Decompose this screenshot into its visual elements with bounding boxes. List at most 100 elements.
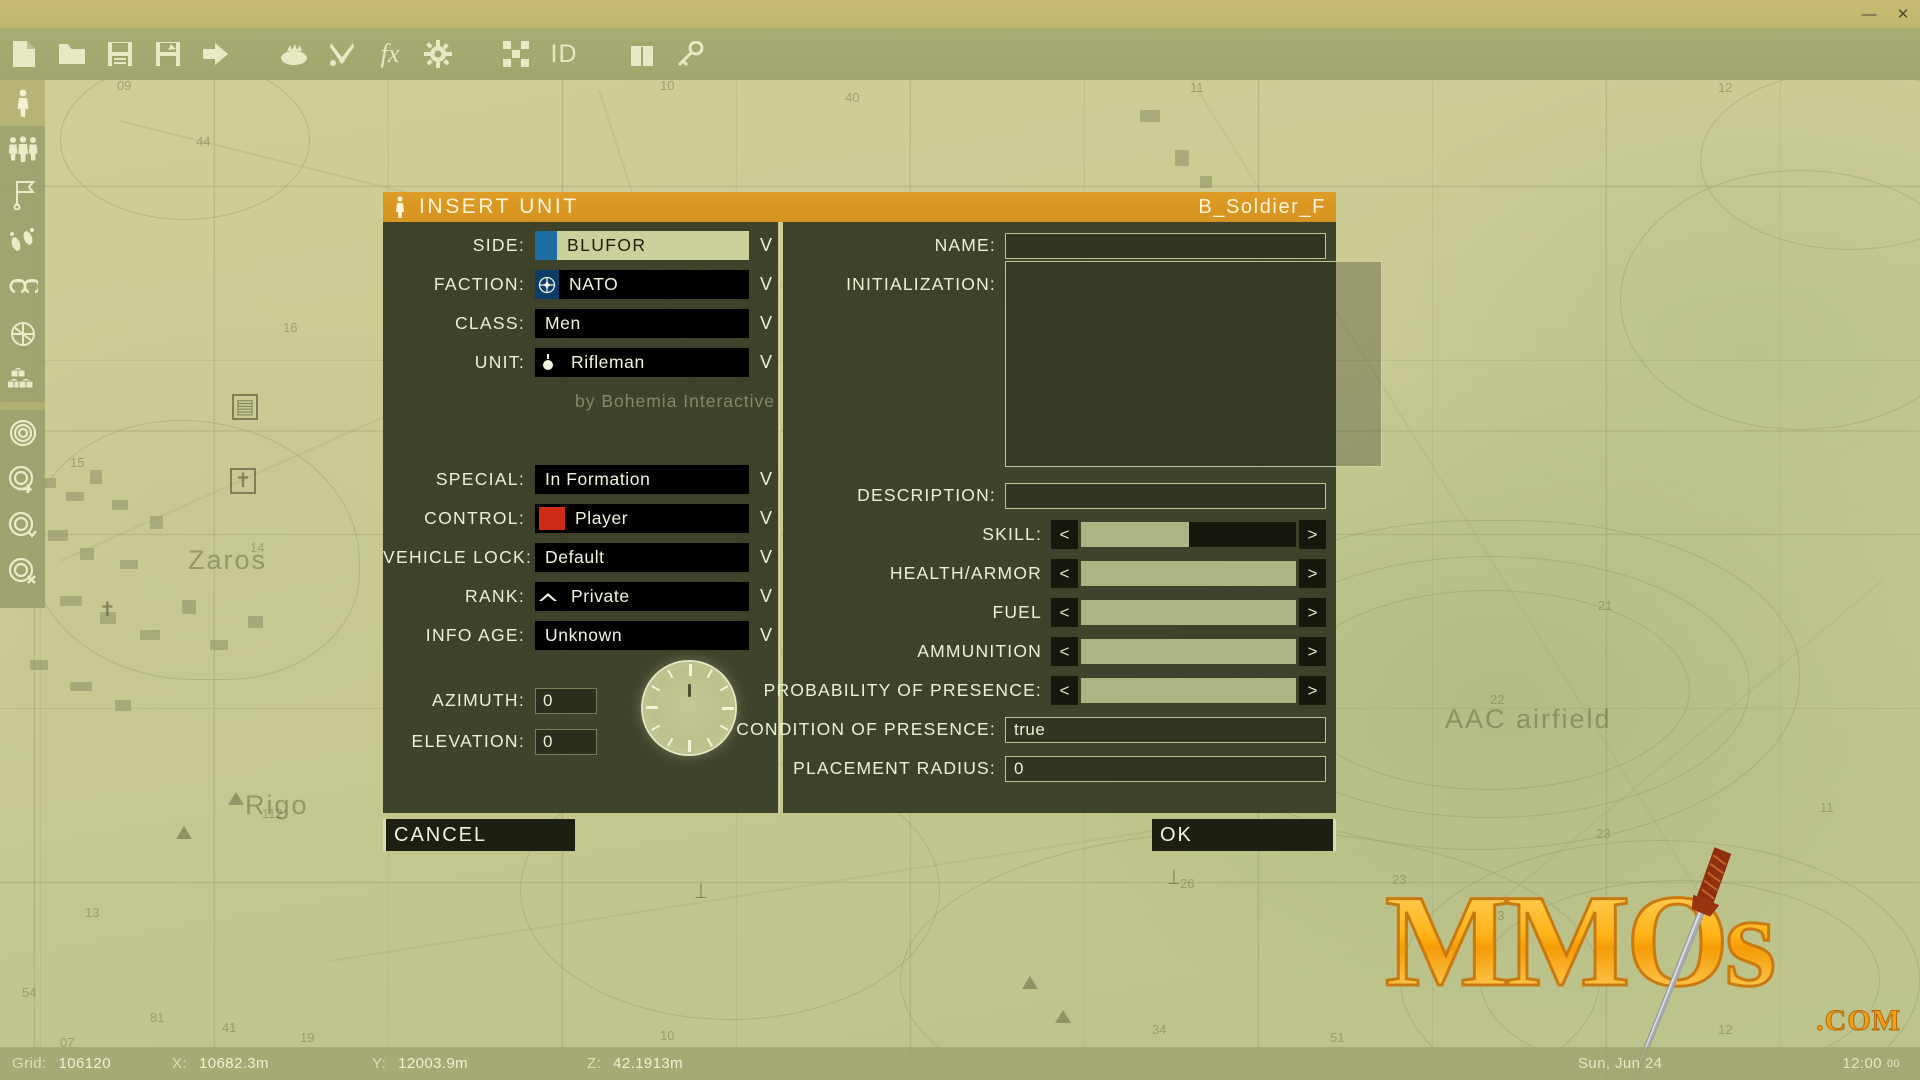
slider-label: HEALTH/ARMOR	[783, 556, 1051, 591]
chevron-down-icon[interactable]: V	[753, 543, 779, 572]
sidebar-item-load-preset[interactable]	[0, 456, 45, 502]
chevron-down-icon[interactable]: V	[753, 270, 779, 299]
chevron-down-icon[interactable]: V	[753, 504, 779, 533]
sidebar-item-triggers[interactable]	[0, 172, 45, 218]
save-as-icon[interactable]	[144, 30, 192, 78]
slider-row: PROBABILITY OF PRESENCE: < >	[764, 673, 1336, 708]
vehicle-lock-dropdown[interactable]: Default	[535, 543, 749, 572]
map-building	[120, 560, 138, 569]
export-arrow-icon[interactable]	[192, 30, 240, 78]
new-file-icon[interactable]	[0, 30, 48, 78]
slider-track[interactable]	[1081, 639, 1296, 664]
slider-track[interactable]	[1081, 678, 1296, 703]
chevron-down-icon[interactable]: V	[753, 582, 779, 611]
azimuth-input[interactable]: 0	[535, 687, 597, 714]
slider-increment-button[interactable]: >	[1299, 520, 1326, 549]
slider-decrement-button[interactable]: <	[1051, 559, 1078, 588]
sidebar-item-groups[interactable]	[0, 126, 45, 172]
map-grid-number: 09	[117, 78, 132, 93]
map-place-label: Zaros	[188, 545, 268, 575]
info-age-value: Unknown	[545, 625, 623, 645]
slider-decrement-button[interactable]: <	[1051, 520, 1078, 549]
slider-increment-button[interactable]: >	[1299, 676, 1326, 705]
map-building	[60, 596, 82, 606]
tools-icon[interactable]	[318, 30, 366, 78]
field-description-label: DESCRIPTION:	[783, 478, 1005, 513]
description-input[interactable]	[1005, 482, 1326, 509]
field-faction: FACTION: NATO V	[383, 267, 779, 302]
minimize-icon[interactable]: —	[1852, 0, 1886, 28]
sidebar-item-delete-preset[interactable]	[0, 548, 45, 594]
slider-track[interactable]	[1081, 600, 1296, 625]
initialization-textarea[interactable]	[1005, 261, 1382, 467]
open-folder-icon[interactable]	[48, 30, 96, 78]
slider-increment-button[interactable]: >	[1299, 598, 1326, 627]
slider-track[interactable]	[1081, 561, 1296, 586]
control-value: Player	[575, 508, 629, 528]
side-dropdown[interactable]: BLUFOR	[535, 231, 749, 260]
control-dropdown[interactable]: Player	[535, 504, 749, 533]
azimuth-compass-dial[interactable]	[643, 662, 735, 754]
slider-increment-button[interactable]: >	[1299, 559, 1326, 588]
map-grid-number: 10	[660, 1028, 675, 1043]
markers-icon[interactable]	[492, 30, 540, 78]
id-icon[interactable]: ID	[540, 30, 588, 78]
gear-icon[interactable]	[414, 30, 462, 78]
condition-of-presence-input[interactable]: true	[1005, 716, 1326, 743]
rank-dropdown[interactable]: Private	[535, 582, 749, 611]
key-icon[interactable]	[666, 30, 714, 78]
preview-icon[interactable]	[270, 30, 318, 78]
unit-author: by Bohemia Interactive	[383, 384, 779, 419]
slider-row: FUEL < >	[783, 595, 1336, 630]
sidebar-item-save-preset[interactable]	[0, 502, 45, 548]
field-elevation-label: ELEVATION:	[411, 731, 525, 751]
map-grid-number: 41	[222, 1020, 237, 1035]
save-icon[interactable]	[96, 30, 144, 78]
map-building	[66, 492, 84, 501]
map-building	[210, 640, 228, 650]
slider-track[interactable]	[1081, 522, 1296, 547]
map-marker-antenna[interactable]: ⟘	[695, 882, 707, 902]
placement-radius-input[interactable]: 0	[1005, 755, 1326, 782]
library-icon[interactable]	[618, 30, 666, 78]
name-input[interactable]	[1005, 232, 1326, 259]
sidebar-item-modules[interactable]	[0, 356, 45, 402]
sidebar-item-intel[interactable]	[0, 410, 45, 456]
unit-properties-right-panel: NAME: INITIALIZATION: DESCRIPTION: SKILL…	[736, 222, 1382, 813]
map-building	[1140, 110, 1160, 122]
cancel-button[interactable]: CANCEL	[383, 819, 575, 851]
slider-decrement-button[interactable]: <	[1051, 598, 1078, 627]
faction-dropdown[interactable]: NATO	[535, 270, 749, 299]
close-icon[interactable]: ✕	[1886, 0, 1920, 28]
watermark-text: MMOs	[1384, 873, 1905, 1008]
field-vehicle-lock-label: VEHICLE LOCK:	[383, 547, 533, 567]
sidebar-item-units[interactable]	[0, 80, 45, 126]
map-marker-church[interactable]: ✝	[230, 468, 256, 494]
slider-increment-button[interactable]: >	[1299, 637, 1326, 666]
sidebar-item-waypoints[interactable]	[0, 218, 45, 264]
map-grid-number: 13	[85, 905, 100, 920]
map-marker-building[interactable]: ▤	[232, 394, 258, 420]
chevron-down-icon[interactable]: V	[753, 465, 779, 494]
chevron-down-icon[interactable]: V	[753, 621, 779, 650]
slider-fill	[1081, 600, 1296, 625]
ok-button[interactable]: OK	[1152, 819, 1336, 851]
field-placement-radius-label: PLACEMENT RADIUS:	[783, 751, 1005, 786]
chevron-down-icon[interactable]: V	[753, 309, 779, 338]
sidebar-item-markers[interactable]	[0, 310, 45, 356]
sidebar-item-synchronize[interactable]	[0, 264, 45, 310]
info-age-dropdown[interactable]: Unknown	[535, 621, 749, 650]
field-name: NAME:	[783, 228, 1336, 263]
class-dropdown[interactable]: Men	[535, 309, 749, 338]
status-x-value: 10682.3m	[198, 1055, 269, 1072]
slider-decrement-button[interactable]: <	[1051, 637, 1078, 666]
special-dropdown[interactable]: In Formation	[535, 465, 749, 494]
chevron-down-icon[interactable]: V	[753, 231, 779, 260]
chevron-down-icon[interactable]: V	[753, 348, 779, 377]
elevation-input[interactable]: 0	[535, 728, 597, 755]
slider-decrement-button[interactable]: <	[1051, 676, 1078, 705]
functions-fx-icon[interactable]: fx	[366, 30, 414, 78]
map-marker-antenna[interactable]: ⟘	[1168, 868, 1180, 888]
map-marker-cross[interactable]: ✝	[99, 600, 116, 620]
unit-dropdown[interactable]: Rifleman	[535, 348, 749, 377]
